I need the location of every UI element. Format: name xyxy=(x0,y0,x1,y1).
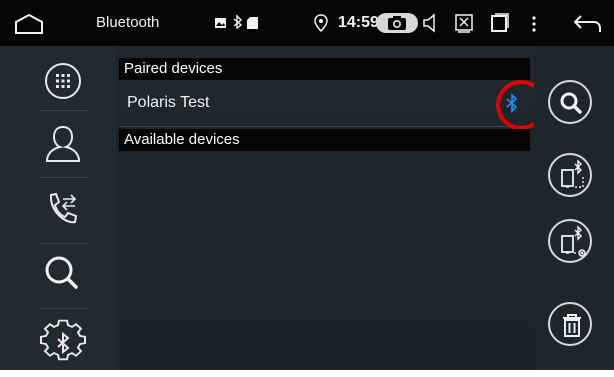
contact-icon xyxy=(45,125,81,162)
trash-icon xyxy=(563,314,581,337)
bluetooth-screen: Bluetooth 14:59 Paired devices Polaris T… xyxy=(0,0,614,370)
notification-icons xyxy=(215,14,258,30)
disconnect-device-button[interactable] xyxy=(548,219,592,263)
status-bar: Bluetooth 14:59 xyxy=(0,0,614,46)
paired-device-row[interactable]: Polaris Test xyxy=(119,80,546,130)
volume-icon[interactable] xyxy=(422,13,440,33)
search-icon xyxy=(45,256,78,289)
sidebar-divider xyxy=(40,110,88,111)
screen-title: Bluetooth xyxy=(96,14,160,31)
sidebar-divider xyxy=(40,308,88,309)
sd-card-icon xyxy=(247,17,258,29)
recent-apps-icon[interactable] xyxy=(490,13,510,33)
bluetooth-status-icon xyxy=(233,14,243,30)
dialpad-icon xyxy=(45,63,81,99)
image-notification-icon xyxy=(215,18,226,28)
device-name: Polaris Test xyxy=(127,94,210,111)
phone-bluetooth-disconnect-icon xyxy=(561,225,586,257)
sidebar-item-bluetooth-settings[interactable] xyxy=(26,312,88,372)
bluetooth-settings-icon xyxy=(40,319,86,361)
delete-device-button[interactable] xyxy=(548,302,592,346)
search-devices-button[interactable] xyxy=(548,80,592,124)
sidebar-item-contacts[interactable] xyxy=(26,115,88,175)
location-icon xyxy=(314,14,328,32)
screenshot-icon[interactable] xyxy=(454,13,474,33)
overflow-menu-icon[interactable] xyxy=(531,15,537,33)
sidebar-item-search[interactable] xyxy=(26,244,88,304)
paired-devices-header: Paired devices xyxy=(119,58,530,80)
search-icon xyxy=(560,92,582,114)
bluetooth-icon[interactable] xyxy=(505,92,519,114)
available-devices-header: Available devices xyxy=(119,129,530,151)
sidebar-item-dialpad[interactable] xyxy=(26,50,88,110)
sidebar-item-call-log[interactable] xyxy=(26,182,88,242)
camera-icon[interactable] xyxy=(376,13,418,33)
clock: 14:59 xyxy=(338,14,379,31)
call-transfer-icon xyxy=(49,192,78,224)
connect-device-button[interactable] xyxy=(548,153,592,197)
sidebar-divider xyxy=(40,177,88,178)
home-icon[interactable] xyxy=(14,13,44,35)
phone-bluetooth-connect-icon xyxy=(561,159,584,188)
back-icon[interactable] xyxy=(572,12,602,34)
